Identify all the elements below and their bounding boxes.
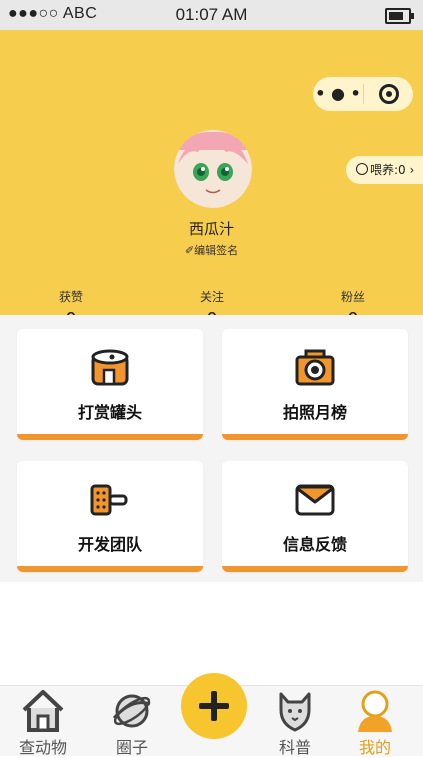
envelope-icon [295, 484, 335, 516]
tab-science[interactable]: 科普 [260, 686, 330, 757]
avatar[interactable] [174, 130, 252, 208]
user-icon [358, 690, 392, 732]
tab-label: 查动物 [18, 738, 67, 757]
status-bar: ●●●○○ ABC 01:07 AM [0, 0, 423, 30]
tab-label: 科普 [278, 738, 311, 757]
brush-icon [90, 484, 128, 516]
dev-team-card[interactable]: 开发团队 [17, 461, 203, 572]
profile-header: • ● • 喂养:0 › 西瓜汁 ✐编辑签名 获赞 0 关注 0 粉丝 0 [0, 30, 423, 330]
plus-icon [199, 691, 229, 721]
stat-label: 获赞 [58, 290, 83, 304]
feature-grid: 打赏罐头 拍照月榜 开发团队 信息反馈 [0, 315, 423, 582]
target-icon [378, 84, 399, 104]
username: 西瓜汁 [188, 220, 234, 238]
battery-icon [385, 8, 414, 24]
photo-ranking-card[interactable]: 拍照月榜 [222, 329, 408, 440]
card-title: 信息反馈 [282, 535, 347, 554]
planet-icon [112, 694, 151, 728]
card-title: 开发团队 [77, 535, 142, 554]
card-title: 打赏罐头 [77, 403, 142, 422]
stat-label: 粉丝 [340, 290, 365, 304]
stat-label: 关注 [199, 290, 224, 304]
card-title: 拍照月榜 [282, 403, 347, 422]
reminder-text: 喂养:0 [370, 163, 406, 177]
tab-label: 圈子 [115, 738, 148, 757]
cat-shield-icon [279, 692, 311, 732]
add-post-button[interactable] [181, 673, 247, 739]
house-icon [22, 690, 64, 732]
can-icon [91, 349, 129, 386]
camera-icon [295, 349, 335, 386]
more-menu-button[interactable]: • ● • [313, 77, 363, 111]
status-time: 01:07 AM [175, 5, 248, 24]
feed-reminder-pill[interactable]: 喂养:0 › [346, 156, 423, 184]
tab-circle[interactable]: 圈子 [97, 686, 167, 757]
tab-mine[interactable]: 我的 [340, 686, 410, 757]
tip-can-card[interactable]: 打赏罐头 [17, 329, 203, 440]
miniprogram-capsule: • ● • [313, 77, 413, 111]
tab-label: 我的 [358, 738, 391, 757]
edit-signature-link[interactable]: ✐编辑签名 [0, 242, 423, 258]
clock-icon [356, 163, 368, 175]
close-target-button[interactable] [364, 84, 413, 104]
feedback-card[interactable]: 信息反馈 [222, 461, 408, 572]
tab-animals[interactable]: 查动物 [8, 686, 78, 757]
